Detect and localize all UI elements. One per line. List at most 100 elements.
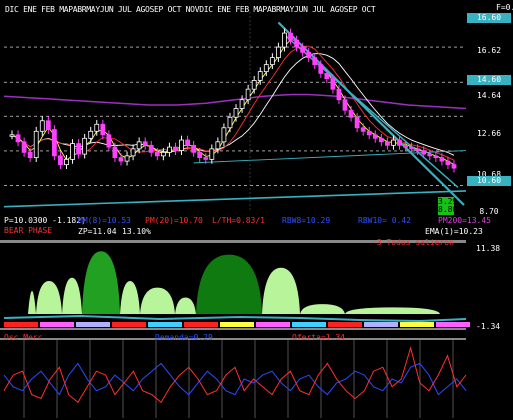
candle-body-43 [269, 57, 275, 66]
candle-body-14 [94, 123, 100, 132]
candle-body-38 [239, 99, 245, 109]
ma-long-line [3, 93, 467, 110]
trading-chart-window: DIC ENE FEB MAPABRMAYJUN JUL AGOSEP OCT … [0, 0, 513, 420]
f-label: F=0.0 [496, 3, 513, 12]
candle-body-15 [100, 123, 106, 136]
stat-lth: L/TH=0.83/1 [212, 216, 265, 225]
osc-area-6 [175, 297, 196, 314]
signal-strip-7 [256, 322, 290, 327]
trendline-down-1 [277, 21, 465, 206]
candle-body-29 [185, 139, 190, 146]
candle-body-31 [197, 151, 203, 159]
osc-area-3 [82, 251, 120, 314]
candle-body-71 [439, 157, 445, 162]
candle-body-63 [391, 139, 396, 146]
signal-strip-4 [148, 322, 182, 327]
candle-body-48 [300, 46, 306, 53]
osc-signal-line [3, 314, 467, 323]
candle-body-17 [112, 146, 118, 159]
month-axis-labels: DIC ENE FEB MAPABRMAYJUN JUL AGOSEP OCT … [5, 5, 376, 14]
candle-body-22 [142, 141, 148, 146]
candle-body-12 [82, 137, 88, 155]
stat-rbw8: RBW8=10.29 [282, 216, 331, 225]
candle-body-44 [276, 46, 281, 59]
osc-area-10 [345, 307, 440, 314]
candle-body-61 [378, 137, 384, 143]
candle-body-8 [58, 155, 63, 166]
price-label-14-64: 14.64 [476, 91, 502, 100]
candle-body-28 [179, 139, 184, 151]
candle-body-59 [366, 130, 372, 136]
candle-body-45 [282, 32, 287, 48]
signal-strip-9 [328, 322, 362, 327]
candle-body-32 [203, 157, 209, 160]
price-label-16-60: 16.60 [467, 13, 511, 23]
candle-body-7 [51, 129, 57, 157]
signal-strip-11 [400, 322, 434, 327]
stat-mm: MM(8)=10.53 [78, 216, 131, 225]
signal-strip-5 [184, 322, 218, 327]
candle-body-58 [360, 127, 366, 132]
osc-area-9 [300, 304, 345, 314]
signal-strip-0 [4, 322, 38, 327]
candle-body-47 [294, 39, 299, 48]
stat-pm-right: PM200=13.45 [438, 216, 491, 225]
candle-body-60 [372, 134, 378, 139]
candle-body-70 [433, 155, 439, 159]
stat-percent: 13.10% [122, 227, 151, 236]
candle-body-40 [251, 80, 257, 90]
osc-min-label: -1.34 [476, 322, 501, 331]
candle-body-54 [336, 88, 342, 101]
candle-body-35 [221, 127, 227, 143]
signal-strip-6 [220, 322, 254, 327]
candle-body-16 [106, 134, 112, 148]
price-label-16-62: 16.62 [476, 46, 502, 55]
candle-body-67 [415, 148, 421, 151]
candle-body-50 [312, 57, 318, 66]
bear-phase-label: BEAR PHASE [4, 226, 53, 235]
osc-area-4 [120, 281, 140, 314]
osc-area-5 [140, 287, 175, 314]
stat-price: P=10.0300 -1.182) [4, 216, 86, 225]
osc-max-label: 11.38 [476, 244, 501, 253]
osc-area-2 [62, 277, 82, 314]
candle-body-53 [330, 78, 336, 90]
candle-body-4 [33, 130, 39, 159]
candle-body-23 [148, 144, 154, 153]
candle-body-57 [354, 116, 360, 129]
candle-body-11 [76, 143, 82, 155]
candle-body-9 [64, 158, 69, 166]
candle-body-33 [209, 148, 215, 160]
candle-body-27 [173, 146, 178, 151]
candle-body-19 [124, 155, 130, 162]
candle-body-21 [136, 141, 142, 150]
exit-signal-label: -3 Todos salieron [372, 238, 454, 247]
osc-area-8 [262, 267, 300, 314]
stat-pm: PM(20)=10.70 [145, 216, 203, 225]
candle-body-1 [15, 134, 21, 143]
candle-body-68 [421, 150, 427, 155]
osc-label: Osc Merc [4, 333, 43, 342]
demand-top-bar [0, 338, 466, 340]
candle-body-42 [263, 64, 269, 73]
supply-label: Oferta=1.34 [292, 333, 345, 342]
signal-strip-3 [112, 322, 146, 327]
signal-strip-8 [292, 322, 326, 327]
trendline-support [3, 190, 467, 208]
candle-body-69 [427, 153, 433, 157]
demand-label: Demanda=0.29 [155, 333, 213, 342]
candle-body-2 [21, 141, 27, 153]
candle-body-66 [409, 146, 415, 150]
candle-body-39 [245, 88, 251, 101]
candle-body-41 [257, 71, 263, 81]
candle-body-34 [215, 141, 221, 150]
chart-canvas[interactable] [0, 0, 513, 420]
osc-bottom-bar [0, 328, 466, 330]
candle-body-5 [39, 120, 45, 132]
candle-body-20 [130, 148, 136, 157]
stat-rbw10: RBW10= 0.42 [358, 216, 411, 225]
price-label-8-80: 8.80 [438, 205, 458, 215]
candle-body-64 [397, 139, 402, 146]
candle-body-49 [306, 51, 312, 59]
candle-body-10 [70, 143, 75, 160]
